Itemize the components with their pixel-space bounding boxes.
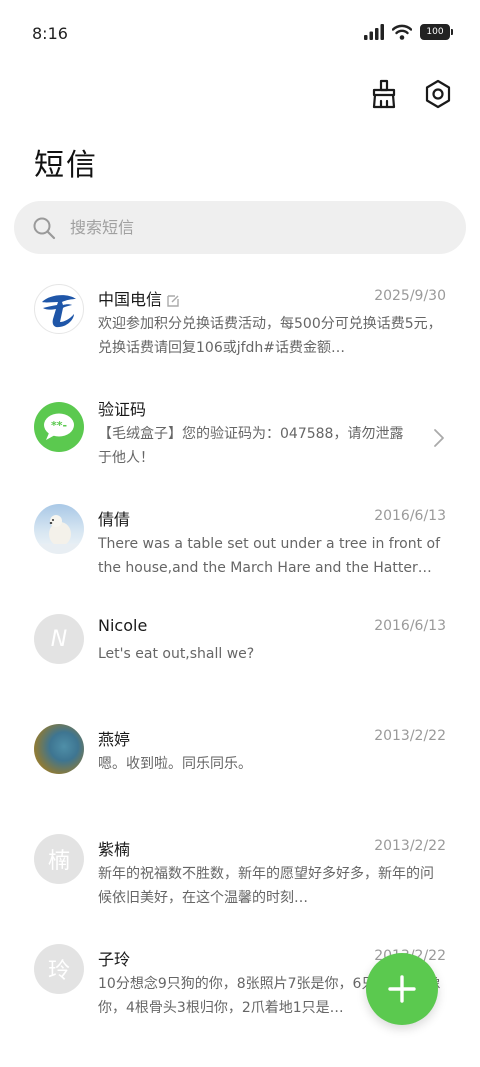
message-row[interactable]: 倩倩 2016/6/13 There was a table set out u… (0, 492, 480, 602)
message-preview: 嗯。收到啦。同乐同乐。 (98, 756, 252, 772)
message-date: 2025/9/30 (374, 288, 446, 304)
message-preview: 【毛绒盒子】您的验证码为：047588，请勿泄露于他人！ (98, 426, 404, 466)
search-input[interactable] (68, 217, 432, 238)
signal-icon (364, 24, 384, 40)
message-date: 2016/6/13 (374, 508, 446, 524)
message-row[interactable]: 燕婷 2013/2/22 嗯。收到啦。同乐同乐。 (0, 712, 480, 822)
search-bar[interactable] (14, 201, 466, 254)
message-date: 2013/2/22 (374, 838, 446, 854)
message-sender: 验证码 (98, 400, 147, 419)
message-sender: 子玲 (98, 950, 131, 969)
message-date: 2013/2/22 (374, 728, 446, 744)
message-sender: Nicole (98, 616, 148, 635)
contact-initial-avatar: 楠 (34, 834, 84, 884)
plus-icon (388, 975, 416, 1003)
message-sender: 燕婷 (98, 730, 131, 749)
message-date: 2016/6/13 (374, 618, 446, 634)
message-preview: 欢迎参加积分兑换话费活动，每500分可兑换话费5元，兑换话费请回复106或jfd… (98, 316, 442, 356)
svg-text:**-: **- (51, 419, 67, 432)
page-title: 短信 (34, 148, 98, 183)
status-bar: 8:16 100 (0, 0, 480, 66)
message-preview: 新年的祝福数不胜数，新年的愿望好多好多，新年的问候依旧美好，在这个温馨的时刻… (98, 866, 434, 906)
contact-initial-avatar: 玲 (34, 944, 84, 994)
message-row[interactable]: 中国电信 2025/9/30 欢迎参加积分兑换话费活动，每500分可兑换话费5元… (0, 272, 480, 382)
message-bubble-icon: **- (34, 402, 84, 452)
settings-hex-icon (425, 79, 451, 109)
message-sender: 中国电信 (98, 286, 180, 310)
new-message-button[interactable] (366, 953, 438, 1025)
search-icon (32, 216, 56, 240)
status-time: 8:16 (32, 24, 68, 43)
landscape-photo (34, 724, 84, 774)
message-sender: 倩倩 (98, 510, 131, 529)
message-row[interactable]: **- 验证码 【毛绒盒子】您的验证码为：047588，请勿泄露于他人！ (0, 382, 480, 492)
edit-icon (167, 294, 179, 307)
message-sender: 紫楠 (98, 840, 131, 859)
message-preview: There was a table set out under a tree i… (98, 536, 441, 576)
clean-button[interactable] (368, 78, 400, 110)
chevron-right-icon (434, 429, 444, 447)
top-actions (368, 78, 454, 110)
status-icons: 100 (364, 24, 453, 40)
message-row[interactable]: N Nicole 2016/6/13 Let's eat out,shall w… (0, 602, 480, 712)
battery-level: 100 (426, 26, 444, 37)
wifi-icon (392, 24, 412, 40)
polar-bear-photo (34, 504, 84, 554)
battery-icon: 100 (420, 24, 453, 40)
broom-icon (372, 79, 396, 109)
contact-initial-avatar: N (34, 614, 84, 664)
message-preview: Let's eat out,shall we? (98, 646, 255, 662)
message-row[interactable]: 楠 紫楠 2013/2/22 新年的祝福数不胜数，新年的愿望好多好多，新年的问候… (0, 822, 480, 932)
china-telecom-logo (34, 284, 84, 334)
message-list: 中国电信 2025/9/30 欢迎参加积分兑换话费活动，每500分可兑换话费5元… (0, 272, 480, 1042)
settings-button[interactable] (422, 78, 454, 110)
